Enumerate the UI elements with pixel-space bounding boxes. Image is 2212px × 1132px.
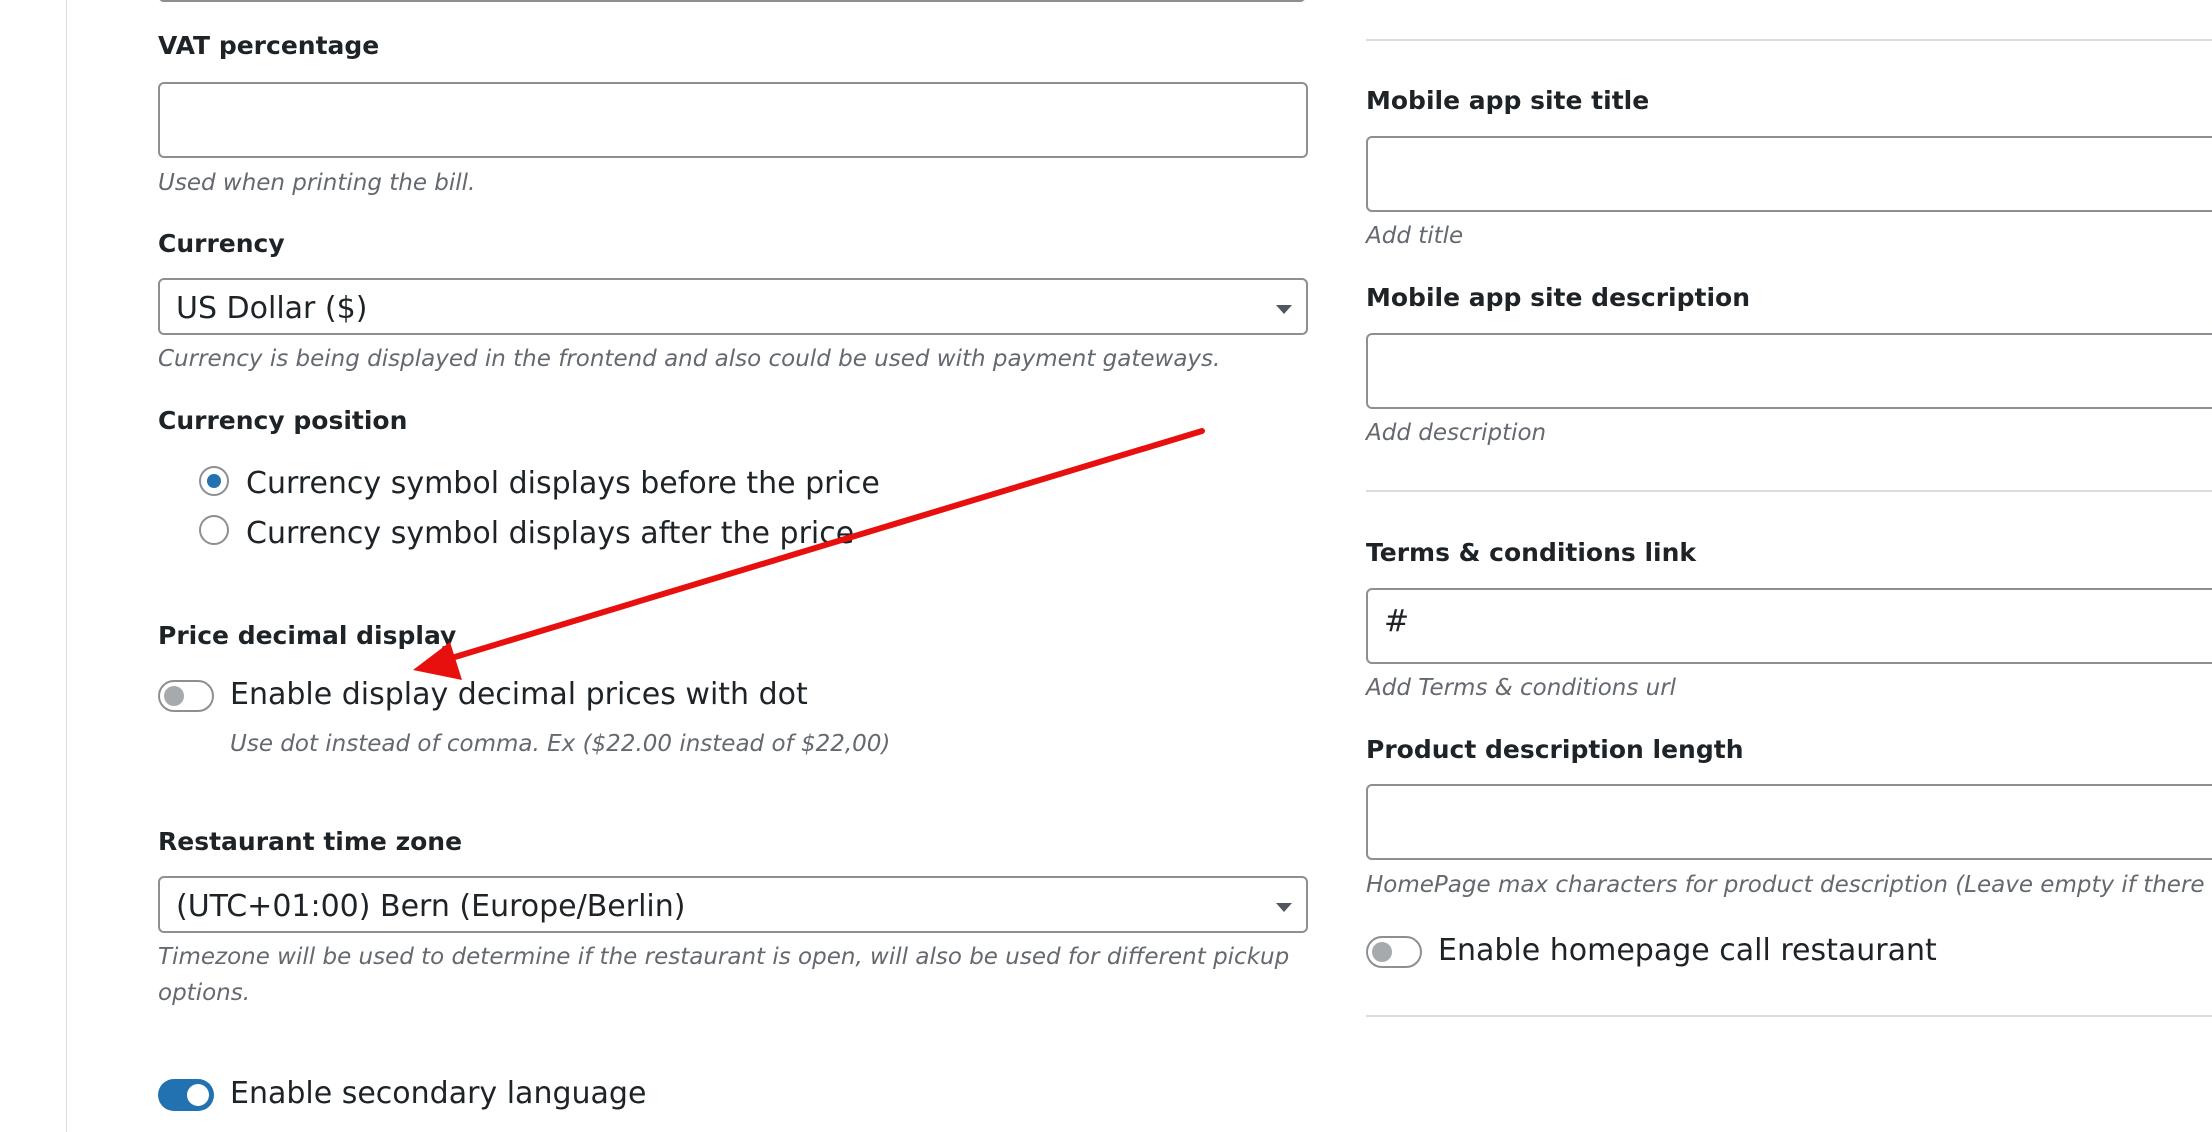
- mobile-title-input[interactable]: [1366, 136, 2212, 212]
- terms-link-value: #: [1384, 604, 1410, 639]
- radio-before-price-label: Currency symbol displays before the pric…: [246, 466, 880, 501]
- price-decimal-toggle[interactable]: [158, 680, 214, 712]
- homepage-call-label: Enable homepage call restaurant: [1438, 933, 1937, 968]
- previous-input-bottom: [158, 0, 1306, 2]
- toggle-knob: [164, 686, 184, 706]
- chevron-down-icon: [1276, 903, 1292, 912]
- product-desc-length-help: HomePage max characters for product desc…: [1366, 872, 2212, 898]
- timezone-help: Timezone will be used to determine if th…: [158, 944, 1290, 1006]
- product-desc-length-label: Product description length: [1366, 735, 1744, 764]
- radio-after-price-label: Currency symbol displays after the price: [246, 516, 855, 551]
- currency-position-label: Currency position: [158, 406, 408, 435]
- currency-label: Currency: [158, 229, 285, 258]
- toggle-knob: [1372, 942, 1392, 962]
- content-left-border: [66, 0, 67, 1132]
- price-decimal-toggle-label: Enable display decimal prices with dot: [230, 677, 808, 712]
- homepage-call-toggle[interactable]: [1366, 936, 1422, 968]
- toggle-knob: [187, 1084, 209, 1106]
- currency-help: Currency is being displayed in the front…: [158, 346, 1221, 372]
- mobile-title-label: Mobile app site title: [1366, 86, 1650, 115]
- section-divider: [1366, 1015, 2212, 1017]
- section-divider: [1366, 39, 2212, 41]
- currency-select[interactable]: US Dollar ($): [158, 278, 1308, 335]
- mobile-description-help: Add description: [1366, 420, 1547, 446]
- terms-link-help: Add Terms & conditions url: [1366, 675, 1677, 701]
- section-divider: [1366, 490, 2212, 492]
- mobile-description-label: Mobile app site description: [1366, 283, 1751, 312]
- vat-input[interactable]: [158, 82, 1308, 158]
- terms-link-input[interactable]: #: [1366, 588, 2212, 664]
- timezone-label: Restaurant time zone: [158, 827, 463, 856]
- timezone-select[interactable]: (UTC+01:00) Bern (Europe/Berlin): [158, 876, 1308, 933]
- mobile-description-input[interactable]: [1366, 333, 2212, 409]
- radio-after-price[interactable]: [199, 515, 229, 545]
- currency-selected: US Dollar ($): [176, 291, 368, 326]
- price-decimal-help: Use dot instead of comma. Ex ($22.00 ins…: [230, 731, 891, 757]
- price-decimal-label: Price decimal display: [158, 621, 457, 650]
- secondary-language-label: Enable secondary language: [230, 1076, 647, 1111]
- chevron-down-icon: [1276, 305, 1292, 314]
- terms-link-label: Terms & conditions link: [1366, 538, 1697, 567]
- product-desc-length-input[interactable]: [1366, 784, 2212, 860]
- timezone-selected: (UTC+01:00) Bern (Europe/Berlin): [176, 889, 686, 924]
- vat-help: Used when printing the bill.: [158, 170, 476, 196]
- mobile-title-help: Add title: [1366, 223, 1464, 249]
- radio-before-price[interactable]: [199, 466, 229, 496]
- vat-label: VAT percentage: [158, 31, 380, 60]
- secondary-language-toggle[interactable]: [158, 1079, 214, 1111]
